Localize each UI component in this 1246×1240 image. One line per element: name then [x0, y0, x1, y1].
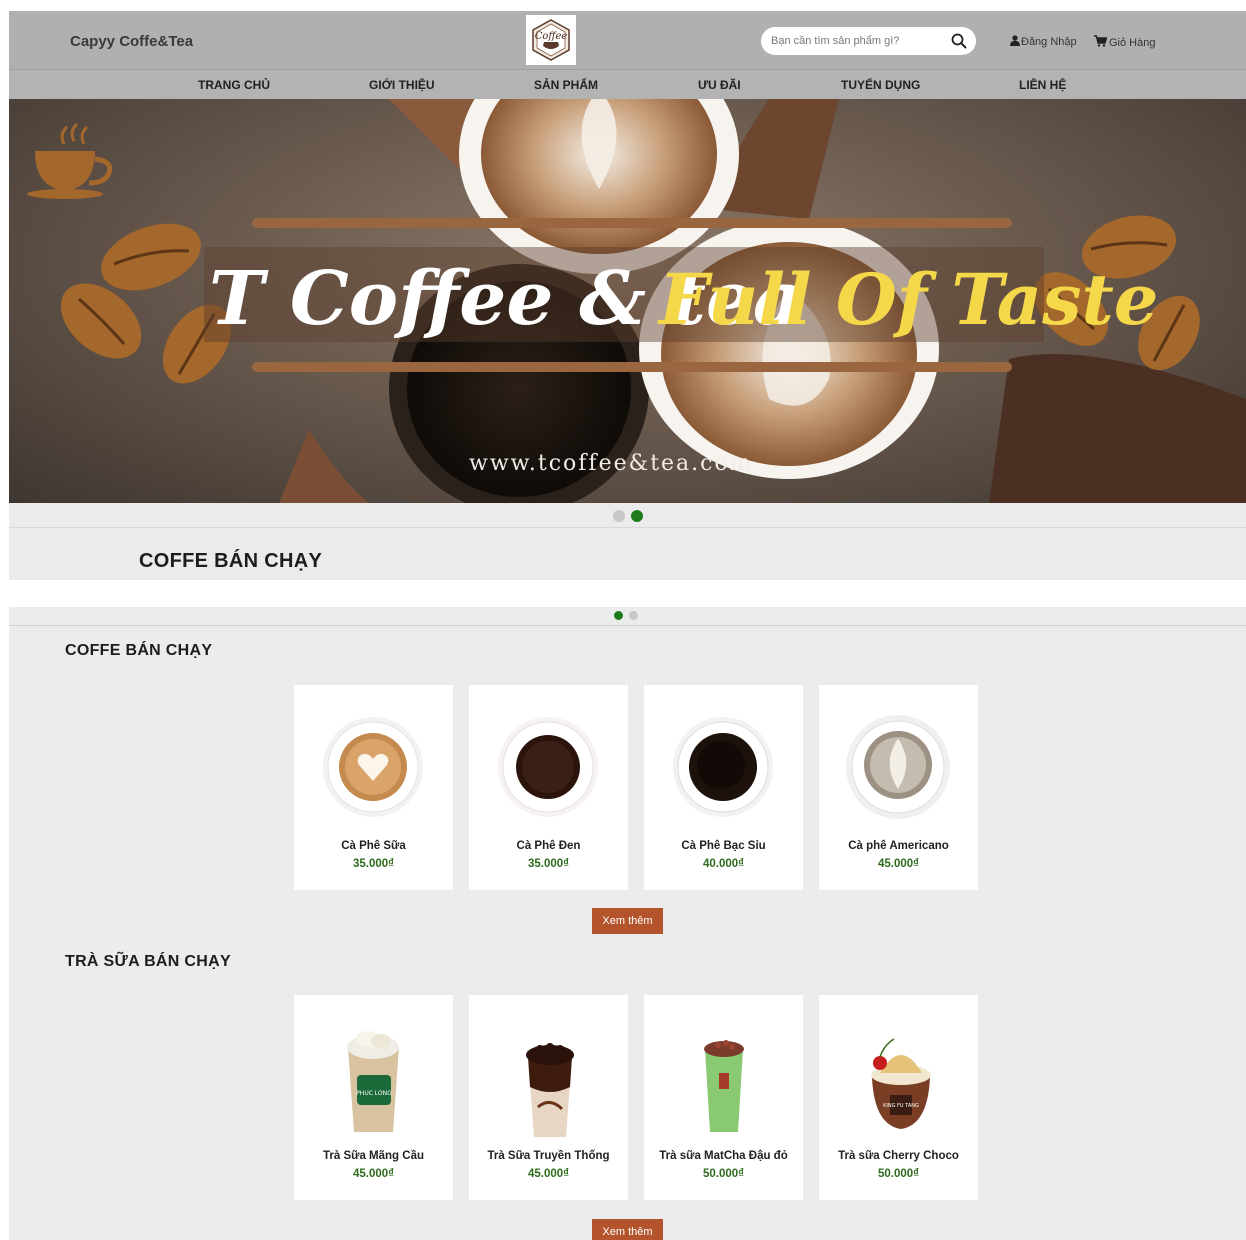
product-price: 35.000₫: [527, 858, 570, 870]
login-link[interactable]: Đăng Nhập: [1010, 35, 1077, 49]
product-card[interactable]: Cà phê Americano 45.000₫: [819, 685, 978, 890]
nav-item-about[interactable]: GIỚI THIỆU: [369, 78, 435, 92]
nav-item-home[interactable]: TRANG CHỦ: [198, 78, 270, 92]
divider: [9, 625, 1246, 626]
product-name: Cà Phê Sữa: [341, 840, 406, 852]
logo-text: Coffee: [535, 31, 568, 42]
product-image: [673, 717, 773, 817]
nav-item-contact[interactable]: LIÊN HỆ: [1019, 78, 1066, 92]
band-title: COFFE BÁN CHẠY: [139, 550, 323, 572]
banner-dot-1[interactable]: [613, 510, 625, 522]
svg-text:PHUC LONG: PHUC LONG: [356, 1090, 392, 1097]
product-price: 50.000₫: [877, 1168, 920, 1180]
product-price: 45.000₫: [877, 858, 920, 870]
search-box: [761, 27, 976, 55]
product-card[interactable]: KING FU TANG Trà sữa Cherry Choco 50.000…: [819, 995, 978, 1200]
banner-url: www.tcoffee&tea.com: [469, 451, 753, 476]
product-image: [526, 1043, 574, 1137]
product-price: 50.000₫: [702, 1168, 745, 1180]
product-price: 45.000₫: [527, 1168, 570, 1180]
user-icon: [1010, 35, 1020, 49]
product-card[interactable]: Cà Phê Sữa 35.000₫: [294, 685, 453, 890]
banner-pagination: [9, 503, 1246, 528]
carousel-dot-2[interactable]: [629, 611, 638, 620]
product-card[interactable]: Cà Phê Đen 35.000₫: [469, 685, 628, 890]
coffee-cup-icon: [27, 122, 113, 199]
nav-item-careers[interactable]: TUYỂN DỤNG: [841, 78, 920, 92]
milktea-section-title: TRÀ SỮA BÁN CHẠY: [65, 953, 231, 970]
product-card[interactable]: PHUC LONG Trà Sữa Mãng Cầu 45.000₫: [294, 995, 453, 1200]
cart-icon: [1094, 35, 1108, 50]
product-name: Cà phê Americano: [848, 840, 949, 852]
login-label: Đăng Nhập: [1021, 36, 1077, 48]
brand-name[interactable]: Capyy Coffe&Tea: [70, 33, 193, 50]
product-name: Trà Sữa Truyền Thống: [487, 1150, 610, 1162]
product-image: KING FU TANG: [871, 1038, 931, 1129]
product-price: 40.000₫: [702, 858, 745, 870]
page: Capyy Coffe&Tea Coffee Đăng Nhập: [0, 0, 1246, 1240]
milktea-see-more-button[interactable]: Xem thêm: [592, 1219, 663, 1240]
product-name: Trà Sữa Mãng Cầu: [323, 1150, 424, 1162]
banner-dot-2-active[interactable]: [631, 510, 643, 522]
search-input[interactable]: [771, 31, 941, 51]
product-image: [846, 715, 950, 819]
product-name: Trà sữa MatCha Đậu đỏ: [659, 1150, 788, 1162]
coffee-see-more-button[interactable]: Xem thêm: [592, 908, 663, 934]
section-band: COFFE BÁN CHẠY: [9, 528, 1246, 580]
svg-text:KING FU TANG: KING FU TANG: [883, 1103, 919, 1109]
banner-title-right: Full Of Taste: [657, 258, 1158, 341]
carousel-dot-1-active[interactable]: [614, 611, 623, 620]
header: Capyy Coffe&Tea Coffee Đăng Nhập: [9, 11, 1246, 69]
product-price: 45.000₫: [352, 1168, 395, 1180]
product-price: 35.000₫: [352, 858, 395, 870]
main-nav: TRANG CHỦ GIỚI THIỆU SẢN PHẨM ƯU ĐÃI TUY…: [9, 69, 1246, 99]
cart-label: Giỏ Hàng: [1109, 36, 1156, 49]
cart-link[interactable]: Giỏ Hàng: [1094, 35, 1155, 50]
main-content: COFFE BÁN CHẠY Cà Phê Sữa 35.000₫ Cà Phê…: [9, 607, 1246, 1240]
product-card[interactable]: Trà sữa MatCha Đậu đỏ 50.000₫: [644, 995, 803, 1200]
nav-item-products[interactable]: SẢN PHẨM: [534, 78, 598, 92]
product-name: Trà sữa Cherry Choco: [838, 1150, 959, 1162]
product-image: PHUC LONG: [347, 1031, 399, 1132]
product-image: [323, 717, 423, 817]
nav-item-promotions[interactable]: ƯU ĐÃI: [698, 78, 741, 92]
product-name: Cà Phê Bạc Sỉu: [681, 840, 766, 852]
site-logo[interactable]: Coffee: [526, 15, 576, 65]
product-card[interactable]: Cà Phê Bạc Sỉu 40.000₫: [644, 685, 803, 890]
product-image: [498, 717, 598, 817]
product-card[interactable]: Trà Sữa Truyền Thống 45.000₫: [469, 995, 628, 1200]
product-name: Cà Phê Đen: [516, 840, 581, 852]
hero-banner: T Coffee & tea Full Of Taste www.tcoffee…: [9, 99, 1246, 503]
search-icon[interactable]: [950, 32, 968, 50]
product-image: [704, 1040, 744, 1132]
coffee-section-title: COFFE BÁN CHẠY: [65, 642, 213, 659]
